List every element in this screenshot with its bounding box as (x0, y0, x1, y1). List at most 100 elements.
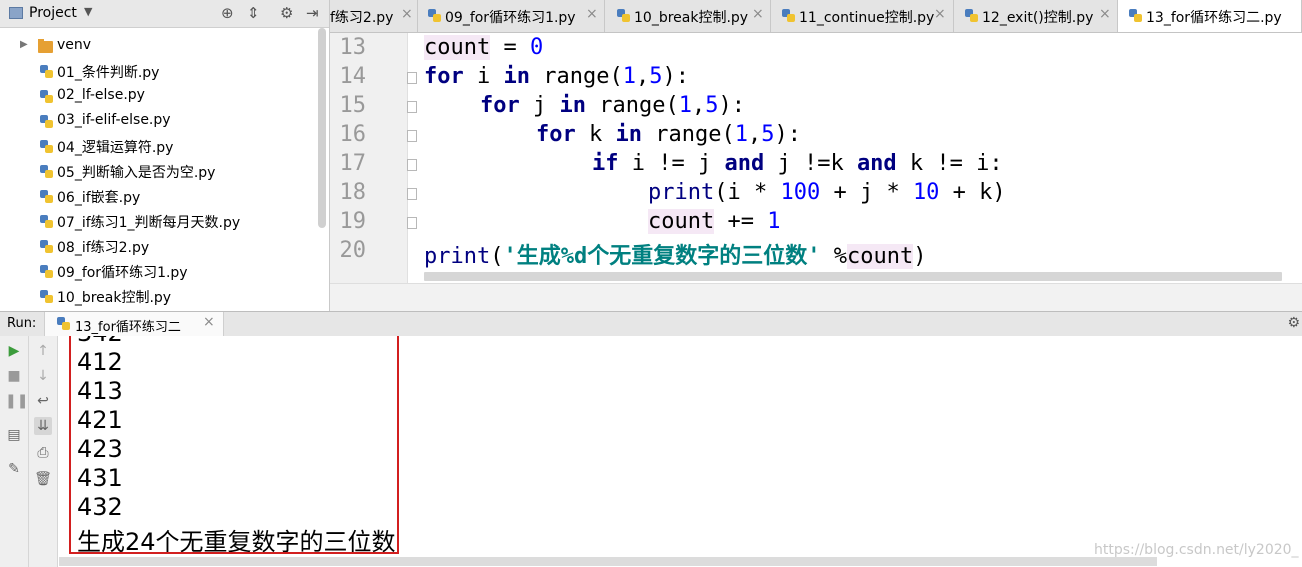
tree-item-file[interactable]: 03_if-elif-else.py (0, 109, 318, 134)
editor-footer (330, 283, 1302, 312)
close-icon[interactable]: × (586, 6, 598, 22)
tab-file[interactable]: 09_for循环练习1.py × (418, 0, 605, 32)
project-tree: ▶ venv 01_条件判断.py 02_lf-else.py 03_if-el… (0, 34, 318, 309)
fold-marker-icon[interactable] (407, 159, 417, 171)
code-line: for j in range(1,5): (480, 93, 745, 118)
fold-marker-icon[interactable] (407, 72, 417, 84)
project-scrollbar[interactable] (318, 28, 326, 228)
tree-item-label: venv (57, 37, 92, 53)
close-icon[interactable]: × (934, 6, 946, 22)
tree-item-file[interactable]: 08_if练习2.py (0, 234, 318, 259)
tree-item-label: 08_if练习2.py (57, 240, 150, 256)
gear-icon[interactable]: ⚙ (280, 4, 293, 22)
chevron-down-icon[interactable]: ▼ (84, 5, 92, 18)
editor-horizontal-scrollbar[interactable] (424, 272, 1282, 281)
tree-item-file[interactable]: 09_for循环练习1.py (0, 259, 318, 284)
close-icon[interactable]: × (752, 6, 764, 22)
run-label: Run: (7, 316, 37, 331)
close-icon[interactable]: × (1099, 6, 1111, 22)
tree-item-label: 01_条件判断.py (57, 65, 160, 81)
expand-arrow-icon[interactable]: ▶ (20, 39, 28, 50)
run-tab-label: 13_for循环练习二 (75, 320, 181, 335)
close-icon[interactable]: × (203, 314, 215, 330)
python-file-icon (1129, 9, 1142, 22)
soft-wrap-icon[interactable]: ↩ (34, 392, 52, 410)
close-icon[interactable]: × (401, 6, 413, 22)
watermark: https://blog.csdn.net/ly2020_ (1094, 542, 1299, 558)
python-file-icon (40, 290, 53, 303)
fold-marker-icon[interactable] (407, 188, 417, 200)
console-horizontal-scrollbar[interactable] (59, 557, 1157, 566)
python-file-icon (40, 215, 53, 228)
tab-label: 12_exit()控制.py (982, 10, 1094, 26)
run-toolbar: ▶ ■ ❚❚ ▤ ✎ (0, 336, 29, 567)
tab-file[interactable]: 12_exit()控制.py × (954, 0, 1118, 32)
scroll-down-icon[interactable]: ↓ (34, 367, 52, 385)
line-number: 15 (339, 93, 367, 118)
tab-file[interactable]: f练习2.py × (330, 0, 418, 32)
stop-icon[interactable]: ■ (5, 367, 23, 385)
trash-icon[interactable]: 🗑 (34, 470, 52, 488)
tree-item-file[interactable]: 02_lf-else.py (0, 84, 318, 109)
scroll-up-icon[interactable]: ↑ (34, 342, 52, 360)
tree-item-file[interactable]: 01_条件判断.py (0, 59, 318, 84)
code-editor[interactable]: 13 14 15 16 17 18 19 20 count = 0 for i … (330, 33, 1302, 283)
fold-marker-icon[interactable] (407, 217, 417, 229)
tab-file[interactable]: 11_continue控制.py × (771, 0, 954, 32)
line-number: 17 (339, 151, 367, 176)
tree-item-file[interactable]: 04_逻辑运算符.py (0, 134, 318, 159)
output-line: 423 (77, 435, 123, 463)
project-title[interactable]: Project (29, 5, 77, 21)
tab-label: 11_continue控制.py (799, 10, 935, 26)
tab-active[interactable]: 13_for循环练习二.py (1118, 0, 1302, 32)
tab-label: 10_break控制.py (634, 10, 749, 26)
run-tab[interactable]: 13_for循环练习二 × (44, 312, 224, 336)
tree-item-label: 07_if练习1_判断每月天数.py (57, 215, 241, 231)
tree-item-venv[interactable]: ▶ venv (0, 34, 318, 59)
python-file-icon (782, 9, 795, 22)
line-number: 16 (339, 122, 367, 147)
pin-icon[interactable]: ✎ (5, 460, 23, 478)
fold-marker-icon[interactable] (407, 101, 417, 113)
output-line: 421 (77, 406, 123, 434)
project-icon (9, 7, 23, 19)
tab-label: f练习2.py (330, 10, 394, 26)
python-file-icon (40, 65, 53, 78)
project-panel: Project ▼ ⊕ ⇕ ⚙ ⇥ ▶ venv 01_条件判断.py 02_l… (0, 0, 330, 311)
collapse-all-icon[interactable]: ⇕ (247, 4, 260, 22)
scroll-to-end-icon[interactable]: ⇊ (34, 417, 52, 435)
tab-label: 13_for循环练习二.py (1146, 10, 1282, 26)
tab-file[interactable]: 10_break控制.py × (605, 0, 771, 32)
tree-item-file[interactable]: 07_if练习1_判断每月天数.py (0, 209, 318, 234)
python-file-icon (40, 265, 53, 278)
print-icon[interactable]: ⎙ (34, 444, 52, 462)
python-file-icon (40, 90, 53, 103)
restore-layout-icon[interactable]: ▤ (5, 426, 23, 444)
hide-icon[interactable]: ⇥ (306, 4, 319, 22)
project-header: Project ▼ ⊕ ⇕ ⚙ ⇥ (0, 0, 329, 28)
highlight-box: 342 412 413 421 423 431 432 生成24个无重复数字的三… (69, 336, 399, 554)
fold-marker-icon[interactable] (407, 130, 417, 142)
console-toolbar: ↑ ↓ ↩ ⇊ ⎙ 🗑 (29, 336, 58, 567)
tree-item-label: 10_break控制.py (57, 290, 172, 306)
line-number: 19 (339, 209, 367, 234)
tree-item-label: 03_if-elif-else.py (57, 112, 171, 128)
python-file-icon (40, 115, 53, 128)
pause-icon[interactable]: ❚❚ (5, 392, 28, 410)
locate-icon[interactable]: ⊕ (221, 4, 234, 22)
tree-item-label: 05_判断输入是否为空.py (57, 165, 216, 181)
output-line: 342 (77, 336, 123, 347)
rerun-icon[interactable]: ▶ (5, 342, 23, 360)
tree-item-label: 06_if嵌套.py (57, 190, 141, 206)
code-line: count += 1 (648, 209, 781, 234)
code-line: if i != j and j !=k and k != i: (592, 151, 1003, 176)
gear-icon[interactable]: ⚙ (1287, 315, 1300, 331)
console-output[interactable]: 342 412 413 421 423 431 432 生成24个无重复数字的三… (58, 336, 1302, 567)
tab-label: 09_for循环练习1.py (445, 10, 576, 26)
tree-item-file[interactable]: 06_if嵌套.py (0, 184, 318, 209)
python-file-icon (40, 240, 53, 253)
tree-item-file[interactable]: 10_break控制.py (0, 284, 318, 309)
tree-item-file[interactable]: 05_判断输入是否为空.py (0, 159, 318, 184)
output-line: 431 (77, 464, 123, 492)
output-line: 412 (77, 348, 123, 376)
